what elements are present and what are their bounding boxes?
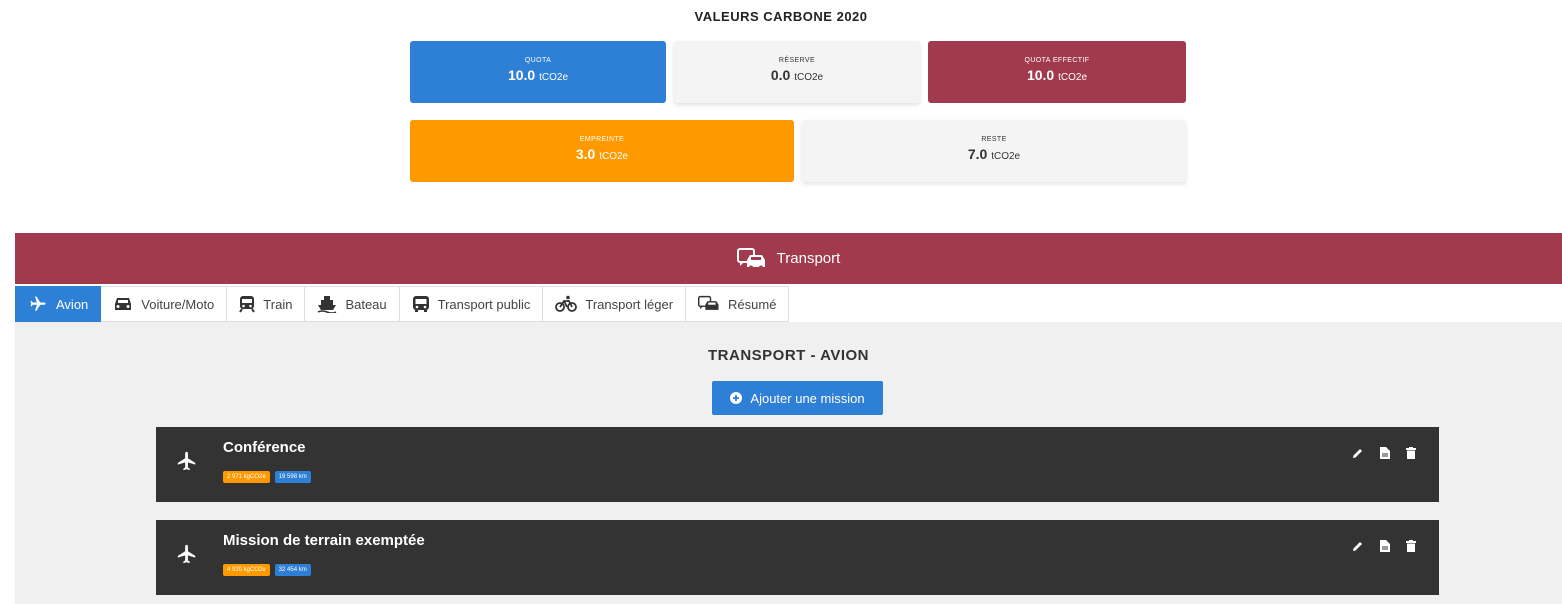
reserve-card: RÉSERVE 0.0 tCO2e [674, 41, 920, 103]
tab-label: Transport public [437, 296, 531, 312]
add-mission-label: Ajouter une mission [750, 390, 865, 406]
ship-icon [318, 296, 337, 313]
add-mission-button[interactable]: Ajouter une mission [712, 381, 883, 415]
tab-label: Voiture/Moto [141, 296, 215, 312]
reserve-label: RÉSERVE [778, 57, 816, 64]
mission-co2-badge: 4 920 kgCO2e [223, 564, 270, 576]
mission-title: Mission de terrain exemptée [223, 532, 425, 549]
quota-effectif-label: QUOTA EFFECTIF [1024, 57, 1090, 64]
transport-header: Transport [15, 233, 1562, 284]
mission-card: Conférence 2 971 kgCO2e 19 598 km [156, 427, 1439, 502]
tab-train[interactable]: Train [227, 286, 306, 322]
reste-card: RESTE 7.0 tCO2e [802, 120, 1186, 182]
train-icon [239, 296, 256, 313]
reste-label: RESTE [981, 136, 1007, 143]
reste-unit: tCO2e [991, 151, 1021, 162]
reserve-value: 0.0 [770, 67, 791, 83]
section-title: TRANSPORT - AVION [708, 347, 869, 364]
tab-label: Bateau [345, 296, 387, 312]
quota-unit: tCO2e [539, 72, 569, 83]
edit-icon[interactable] [1352, 539, 1364, 557]
quota-effectif-value: 10.0 [1026, 67, 1055, 83]
empreinte-label: EMPREINTE [579, 136, 625, 143]
mission-card: Mission de terrain exemptée 4 920 kgCO2e… [156, 520, 1439, 595]
transport-icon [736, 247, 765, 269]
bicycle-icon [555, 295, 578, 312]
tab-avion[interactable]: Avion [15, 286, 102, 322]
tab-transport-leger[interactable]: Transport léger [543, 286, 687, 322]
tab-label: Transport léger [585, 296, 674, 312]
document-icon[interactable] [1380, 446, 1390, 464]
mission-co2-badge: 2 971 kgCO2e [223, 471, 270, 483]
empreinte-unit: tCO2e [599, 151, 629, 162]
quota-effectif-unit: tCO2e [1058, 72, 1088, 83]
tab-label: Résumé [728, 296, 777, 312]
document-icon[interactable] [1380, 539, 1390, 557]
plane-icon [30, 296, 46, 311]
trash-icon[interactable] [1406, 539, 1416, 557]
edit-icon[interactable] [1352, 446, 1364, 464]
empreinte-card: EMPREINTE 3.0 tCO2e [410, 120, 794, 182]
transport-tabs: Avion Voiture/Moto Train Bateau Transpor… [15, 286, 790, 322]
tab-bateau[interactable]: Bateau [305, 286, 400, 322]
mission-distance-badge: 32 454 km [274, 564, 311, 576]
quota-label: QUOTA [524, 57, 552, 64]
plus-circle-icon [730, 392, 743, 404]
tab-transport-public[interactable]: Transport public [399, 286, 544, 322]
tab-label: Avion [56, 296, 89, 312]
plane-icon [177, 544, 196, 564]
tab-label: Train [263, 296, 293, 312]
quota-effectif-card: QUOTA EFFECTIF 10.0 tCO2e [928, 41, 1186, 103]
transport-icon [698, 295, 719, 310]
plane-icon [177, 451, 196, 471]
reste-value: 7.0 [967, 146, 988, 162]
reserve-unit: tCO2e [794, 72, 824, 83]
page-title: VALEURS CARBONE 2020 [694, 9, 868, 24]
tab-resume[interactable]: Résumé [686, 286, 790, 322]
mission-distance-badge: 19 598 km [274, 471, 311, 483]
trash-icon[interactable] [1406, 446, 1416, 464]
transport-title: Transport [776, 250, 841, 267]
bus-icon [412, 296, 429, 312]
quota-value: 10.0 [507, 67, 536, 83]
quota-card: QUOTA 10.0 tCO2e [410, 41, 666, 103]
tab-content: TRANSPORT - AVION Ajouter une mission Co… [15, 322, 1562, 604]
empreinte-value: 3.0 [575, 146, 596, 162]
tab-voiture-moto[interactable]: Voiture/Moto [101, 286, 228, 322]
mission-title: Conférence [223, 439, 306, 456]
car-icon [115, 298, 132, 310]
